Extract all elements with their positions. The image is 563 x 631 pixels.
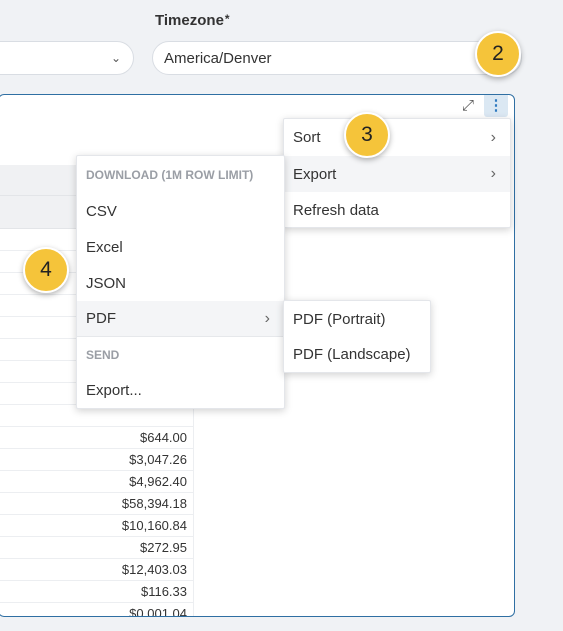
menu-item-json[interactable]: JSON xyxy=(77,265,284,301)
menu-item-export-dots[interactable]: Export... xyxy=(77,372,284,408)
table-row: $10,160.84 xyxy=(0,515,194,537)
step-badge: 3 xyxy=(344,112,390,158)
table-row: $0,001.04 xyxy=(0,603,194,616)
download-group-header: DOWNLOAD (1M ROW LIMIT) xyxy=(86,168,254,182)
timezone-value: America/Denver xyxy=(164,50,272,67)
chevron-down-icon: ⌄ xyxy=(110,51,121,65)
timezone-label: Timezone* xyxy=(155,12,230,29)
menu-item-sort[interactable]: Sort › xyxy=(284,119,510,156)
menu-item-label: Export xyxy=(293,165,337,183)
menu-item-excel[interactable]: Excel xyxy=(77,229,284,265)
menu-item-pdf-landscape[interactable]: PDF (Landscape) xyxy=(284,337,430,372)
menu-item-label: Export... xyxy=(86,381,142,399)
menu-item-pdf[interactable]: PDF › xyxy=(77,301,284,336)
table-row: $3,047.26 xyxy=(0,449,194,471)
table-row: $116.33 xyxy=(0,581,194,603)
timezone-label-text: Timezone xyxy=(155,12,224,29)
export-submenu: DOWNLOAD (1M ROW LIMIT) CSV Excel JSON P… xyxy=(76,155,285,409)
pdf-submenu: PDF (Portrait) PDF (Landscape) xyxy=(283,300,431,373)
step-badge: 4 xyxy=(23,247,69,293)
menu-item-label: Sort xyxy=(293,129,321,146)
menu-item-label: Refresh data xyxy=(293,201,379,219)
more-options-icon[interactable]: ⋮ xyxy=(484,95,508,117)
expand-icon[interactable]: ⤢ xyxy=(456,95,480,117)
required-mark: * xyxy=(224,12,230,26)
panel-actions: ⤢ ⋮ xyxy=(456,95,508,117)
menu-item-label: CSV xyxy=(86,203,117,220)
table-row: $644.00 xyxy=(0,427,194,449)
table-row: $272.95 xyxy=(0,537,194,559)
menu-item-label: JSON xyxy=(86,274,127,292)
menu-item-refresh-data[interactable]: Refresh data xyxy=(284,192,510,228)
left-select[interactable]: ⌄ xyxy=(0,41,134,75)
menu-item-label: Excel xyxy=(86,238,123,256)
table-row: $58,394.18 xyxy=(0,493,194,515)
send-group-header: SEND xyxy=(86,347,120,362)
table-row: $4,962.40 xyxy=(0,471,194,493)
step-badge: 2 xyxy=(475,31,521,77)
menu-item-csv[interactable]: CSV xyxy=(77,194,284,229)
chevron-right-icon: › xyxy=(490,128,496,146)
menu-item-label: PDF xyxy=(86,310,116,327)
menu-item-label: PDF (Portrait) xyxy=(293,310,386,328)
options-menu: Sort › Export › Refresh data xyxy=(283,118,511,228)
menu-item-label: PDF (Landscape) xyxy=(293,346,411,363)
timezone-select[interactable]: America/Denver xyxy=(152,41,522,75)
chevron-right-icon: › xyxy=(264,309,270,327)
menu-item-export[interactable]: Export › xyxy=(284,156,510,192)
menu-item-pdf-portrait[interactable]: PDF (Portrait) xyxy=(284,301,430,337)
chevron-right-icon: › xyxy=(490,165,496,182)
table-row: $12,403.03 xyxy=(0,559,194,581)
